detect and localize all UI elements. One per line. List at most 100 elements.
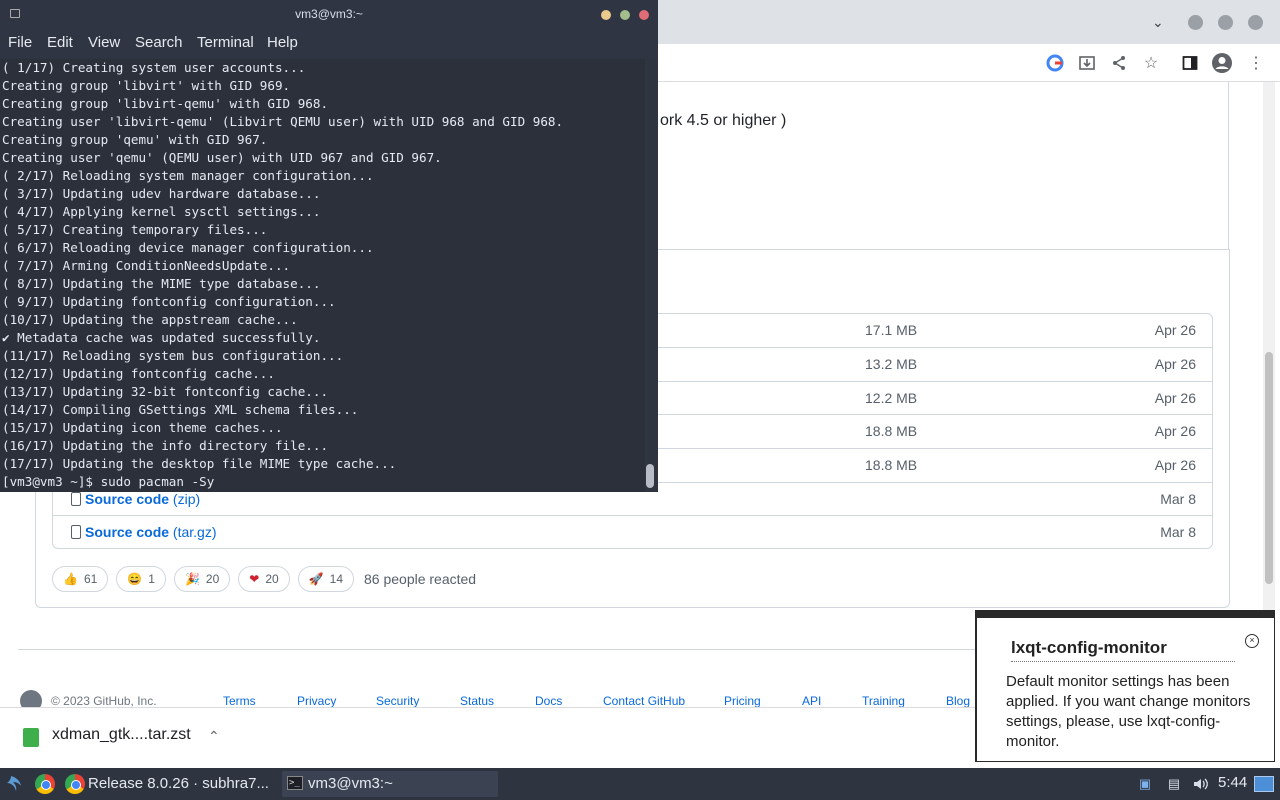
- asset-size: 13.2 MB: [865, 356, 918, 372]
- taskbar-item-terminal[interactable]: >_ vm3@vm3:~: [282, 771, 498, 797]
- share-icon[interactable]: [1108, 52, 1130, 74]
- download-shelf: xdman_gtk....tar.zst ⌃: [0, 707, 975, 768]
- asset-link-source-zip[interactable]: Source code (zip): [71, 491, 200, 507]
- footer-link-docs[interactable]: Docs: [535, 694, 562, 707]
- start-menu-icon[interactable]: [6, 772, 28, 796]
- side-panel-icon[interactable]: [1179, 52, 1201, 74]
- bookmark-star-icon[interactable]: ☆: [1140, 52, 1162, 74]
- terminal-line: ( 6/17) Reloading device manager configu…: [2, 240, 374, 255]
- close-icon[interactable]: ×: [1245, 634, 1259, 648]
- terminal-line: Creating group 'libvirt-qemu' with GID 9…: [2, 96, 329, 111]
- taskbar: Release 8.0.26 · subhra7... >_ vm3@vm3:~…: [0, 768, 1280, 800]
- laugh-icon: 😄: [127, 572, 143, 586]
- asset-row-source-targz[interactable]: Source code (tar.gz) Mar 8: [53, 515, 1212, 548]
- terminal-scrollbar-thumb[interactable]: [646, 464, 654, 488]
- menu-terminal[interactable]: Terminal: [197, 34, 254, 51]
- notification-popup[interactable]: lxqt-config-monitor × Default monitor se…: [975, 610, 1275, 762]
- terminal-output[interactable]: ( 1/17) Creating system user accounts...…: [0, 59, 645, 492]
- reaction-rocket[interactable]: 🚀 14: [297, 566, 354, 592]
- taskbar-item-terminal-label: vm3@vm3:~: [308, 775, 393, 792]
- terminal-titlebar[interactable]: vm3@vm3:~: [0, 0, 658, 30]
- asset-date: Apr 26: [1154, 457, 1196, 473]
- thumbs-up-icon: 👍: [63, 572, 78, 586]
- terminal-line: (14/17) Compiling GSettings XML schema f…: [2, 402, 359, 417]
- footer-link-training[interactable]: Training: [862, 694, 905, 707]
- asset-date: Mar 8: [1160, 524, 1196, 540]
- terminal-line: (13/17) Updating 32-bit fontconfig cache…: [2, 384, 329, 399]
- tab-search-chevron-icon[interactable]: ⌄: [1152, 14, 1164, 31]
- taskbar-item-browser[interactable]: Release 8.0.26 · subhra7...: [62, 771, 280, 797]
- notification-tray-icon[interactable]: ▣: [1137, 776, 1153, 792]
- chrome-icon: [65, 774, 85, 794]
- terminal-line: (17/17) Updating the desktop file MIME t…: [2, 456, 397, 471]
- reaction-heart[interactable]: ❤ 20: [238, 566, 290, 592]
- volume-icon[interactable]: [1192, 776, 1208, 792]
- page-scrollbar-thumb[interactable]: [1265, 352, 1273, 584]
- page-footer: © 2023 GitHub, Inc. Terms Privacy Securi…: [18, 690, 1018, 707]
- terminal-close-button[interactable]: [639, 10, 649, 20]
- terminal-line: Creating group 'libvirt' with GID 969.: [2, 78, 291, 93]
- more-menu-icon[interactable]: ⋮: [1245, 52, 1267, 74]
- footer-copyright: © 2023 GitHub, Inc.: [51, 694, 157, 707]
- terminal-line: ( 8/17) Updating the MIME type database.…: [2, 276, 321, 291]
- footer-link-terms[interactable]: Terms: [223, 694, 256, 707]
- menu-view[interactable]: View: [88, 34, 120, 51]
- asset-size: 12.2 MB: [865, 390, 918, 406]
- asset-date: Mar 8: [1160, 491, 1196, 507]
- asset-size: 18.8 MB: [865, 423, 918, 439]
- footer-link-status[interactable]: Status: [460, 694, 494, 707]
- footer-link-privacy[interactable]: Privacy: [297, 694, 336, 707]
- file-zip-icon: [71, 525, 81, 539]
- reactions-summary: 86 people reacted: [364, 571, 477, 587]
- clipboard-icon[interactable]: ▤: [1166, 776, 1182, 792]
- terminal-line: Creating user 'libvirt-qemu' (Libvirt QE…: [2, 114, 564, 129]
- reaction-hooray[interactable]: 🎉 20: [173, 566, 231, 592]
- asset-size: 17.1 MB: [865, 322, 918, 338]
- terminal-line: ✔ Metadata cache was updated successfull…: [2, 330, 321, 345]
- terminal-menubar: File Edit View Search Terminal Help: [0, 30, 658, 58]
- notification-body: Default monitor settings has been applie…: [1006, 673, 1251, 750]
- footer-link-pricing[interactable]: Pricing: [724, 694, 761, 707]
- terminal-line: ( 4/17) Applying kernel sysctl settings.…: [2, 204, 321, 219]
- terminal-line: (11/17) Reloading system bus configurati…: [2, 348, 344, 363]
- terminal-window[interactable]: vm3@vm3:~ File Edit View Search Terminal…: [0, 0, 658, 492]
- menu-help[interactable]: Help: [267, 34, 298, 51]
- footer-link-security[interactable]: Security: [376, 694, 419, 707]
- terminal-prompt-line[interactable]: [vm3@vm3 ~]$ sudo pacman -Sy: [0, 473, 645, 491]
- minimize-button[interactable]: [1188, 15, 1203, 30]
- chevron-up-icon[interactable]: ⌃: [208, 728, 220, 745]
- page-frame-border: [1228, 82, 1229, 250]
- maximize-button[interactable]: [1218, 15, 1233, 30]
- close-button[interactable]: [1248, 15, 1263, 30]
- menu-edit[interactable]: Edit: [47, 34, 73, 51]
- terminal-line: ( 5/17) Creating temporary files...: [2, 222, 268, 237]
- asset-size: 18.8 MB: [865, 457, 918, 473]
- archive-file-icon: [23, 728, 39, 747]
- clock[interactable]: 5:44: [1218, 774, 1247, 791]
- download-item[interactable]: xdman_gtk....tar.zst: [52, 726, 191, 744]
- profile-avatar-icon[interactable]: [1211, 52, 1233, 74]
- asset-link-source-targz[interactable]: Source code (tar.gz): [71, 524, 217, 540]
- chrome-launcher-icon[interactable]: [35, 774, 55, 794]
- asset-date: Apr 26: [1154, 356, 1196, 372]
- notification-title: lxqt-config-monitor: [1011, 638, 1235, 662]
- reaction-laugh[interactable]: 😄 1: [116, 566, 166, 592]
- terminal-title: vm3@vm3:~: [295, 7, 363, 21]
- google-lens-icon[interactable]: [1044, 52, 1066, 74]
- footer-link-contact[interactable]: Contact GitHub: [603, 694, 685, 707]
- install-app-icon[interactable]: [1076, 52, 1098, 74]
- taskbar-item-browser-label: Release 8.0.26 · subhra7...: [88, 775, 269, 792]
- footer-link-blog[interactable]: Blog: [946, 694, 970, 707]
- terminal-maximize-button[interactable]: [620, 10, 630, 20]
- github-logo-icon[interactable]: [20, 690, 42, 707]
- reaction-thumbs-up[interactable]: 👍 61: [52, 566, 109, 592]
- terminal-minimize-button[interactable]: [601, 10, 611, 20]
- release-notes-text: ork 4.5 or higher ): [660, 112, 787, 129]
- show-desktop-icon[interactable]: [1254, 776, 1274, 792]
- footer-link-api[interactable]: API: [802, 694, 821, 707]
- menu-file[interactable]: File: [8, 34, 32, 51]
- terminal-line: (10/17) Updating the appstream cache...: [2, 312, 298, 327]
- menu-search[interactable]: Search: [135, 34, 183, 51]
- terminal-line: ( 7/17) Arming ConditionNeedsUpdate...: [2, 258, 291, 273]
- terminal-line: ( 9/17) Updating fontconfig configuratio…: [2, 294, 336, 309]
